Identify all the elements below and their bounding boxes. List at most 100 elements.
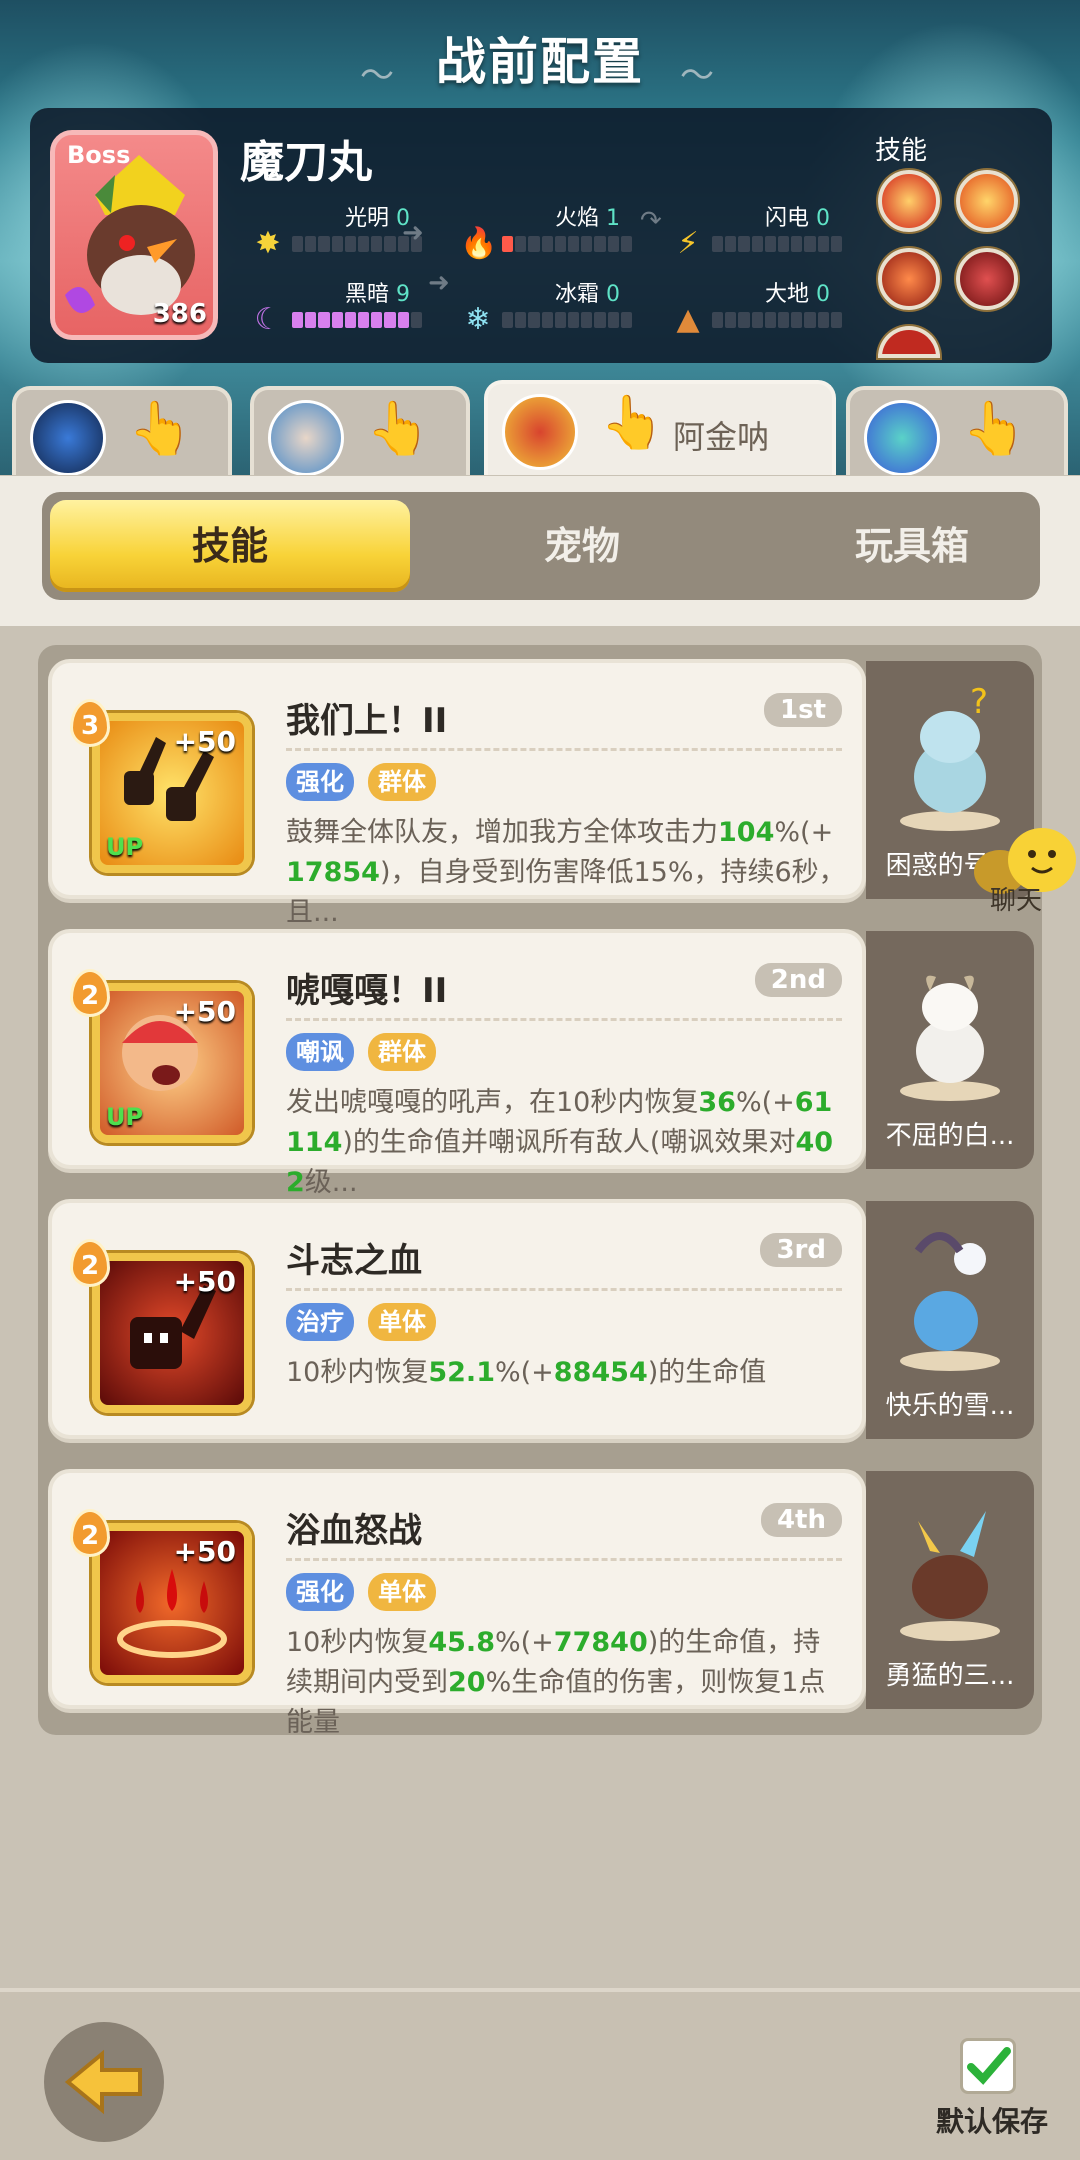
chat-label[interactable]: 聊天 bbox=[990, 880, 1042, 917]
element-lightning: ⚡ 闪电 0 bbox=[670, 200, 843, 261]
element-fire-value: 1 bbox=[606, 206, 620, 231]
hero-avatar-icon bbox=[502, 394, 578, 470]
cycle-arrow-icon: ↷ bbox=[640, 206, 662, 236]
boss-skill-5-icon[interactable] bbox=[878, 326, 940, 358]
pet-rhino-icon bbox=[900, 1511, 1000, 1641]
skill-list: +50 UP 3 我们上！II 1st 强化 群体 鼓舞全体队友，增加我方全体攻… bbox=[38, 645, 1042, 1738]
pet-name: 勇猛的三... bbox=[885, 1661, 1015, 1691]
skill-row: +50 2 浴血怒战 4th 强化 单体 10秒内恢复45.8%(+77840)… bbox=[46, 1465, 1036, 1738]
description-text: %(+ bbox=[774, 817, 834, 848]
hero-tab-1[interactable]: 👆 bbox=[12, 386, 232, 475]
boss-tag: Boss bbox=[67, 141, 131, 169]
pet-slot[interactable]: 勇猛的三... bbox=[866, 1471, 1034, 1709]
boss-level: 386 bbox=[152, 299, 207, 329]
hero-tab-name: 阿金呐 bbox=[673, 418, 770, 456]
skill-name: 我们上！II bbox=[286, 701, 448, 741]
skill-row: +50 UP 2 唬嘎嘎！II 2nd 嘲讽 群体 发出唬嘎嘎的吼声，在10秒内… bbox=[46, 925, 1036, 1198]
pet-snow-creature-icon bbox=[900, 1232, 1000, 1371]
description-text: 鼓舞全体队友，增加我方全体攻击力 bbox=[286, 817, 718, 848]
tab-pets[interactable]: 宠物 bbox=[422, 492, 742, 600]
default-save-label: 默认保存 bbox=[936, 2105, 1049, 2138]
element-dark: ☾ 黑暗 9 bbox=[250, 276, 423, 337]
element-earth: ▲ 大地 0 bbox=[670, 276, 843, 337]
element-frost-bar bbox=[502, 312, 633, 328]
pet-goat-icon bbox=[900, 975, 1000, 1101]
skill-row: +50 2 斗志之血 3rd 治疗 单体 10秒内恢复52.1%(+88454)… bbox=[46, 1195, 1036, 1445]
skill-card[interactable]: +50 2 斗志之血 3rd 治疗 单体 10秒内恢复52.1%(+88454)… bbox=[52, 1203, 862, 1435]
divider bbox=[286, 1558, 842, 1561]
description-text: 10秒内恢复 bbox=[286, 1357, 429, 1388]
skill-icon: +50 UP bbox=[92, 983, 252, 1143]
hero-avatar-icon bbox=[268, 400, 344, 475]
moon-icon: ☾ bbox=[254, 302, 282, 337]
skill-plus: +50 bbox=[173, 1265, 236, 1298]
skill-rank-badge: 4th bbox=[760, 1503, 842, 1537]
subtab-bar: 技能 宠物 玩具箱 bbox=[0, 476, 1080, 626]
boss-skill-1-icon[interactable] bbox=[878, 170, 940, 232]
skill-tag: 群体 bbox=[368, 1033, 436, 1071]
element-fire: 🔥 火焰 1 bbox=[460, 200, 633, 261]
boss-name: 魔刀丸 bbox=[240, 137, 372, 188]
svg-text:?: ? bbox=[970, 682, 988, 722]
highlight-value: 45.8 bbox=[428, 1627, 495, 1658]
element-lightning-value: 0 bbox=[816, 206, 830, 231]
boss-portrait[interactable]: Boss 386 bbox=[50, 130, 218, 340]
skill-level-badge: 3 bbox=[70, 699, 110, 747]
element-lightning-bar bbox=[712, 236, 843, 252]
skill-card[interactable]: +50 UP 3 我们上！II 1st 强化 群体 鼓舞全体队友，增加我方全体攻… bbox=[52, 663, 862, 928]
highlight-value: 17854 bbox=[286, 857, 380, 888]
description-text: 10秒内恢复 bbox=[286, 1627, 429, 1658]
skill-up-badge: UP bbox=[106, 833, 144, 861]
hero-tab-4[interactable]: 👆 bbox=[846, 386, 1068, 475]
pet-slot[interactable]: 快乐的雪... bbox=[866, 1201, 1034, 1439]
element-light: ✸ 光明 0 bbox=[250, 200, 423, 261]
skill-up-badge: UP bbox=[106, 1103, 144, 1131]
hero-tab-2[interactable]: 👆 bbox=[250, 386, 470, 475]
element-earth-value: 0 bbox=[816, 282, 830, 307]
tap-hand-icon: 👆 bbox=[366, 399, 431, 459]
boss-skill-4-icon[interactable] bbox=[956, 248, 1018, 310]
element-light-label: 光明 bbox=[344, 206, 389, 231]
hero-tab-3[interactable]: 👆 阿金呐 bbox=[484, 380, 836, 475]
element-dark-label: 黑暗 bbox=[344, 282, 389, 307]
skill-card[interactable]: +50 2 浴血怒战 4th 强化 单体 10秒内恢复45.8%(+77840)… bbox=[52, 1473, 862, 1738]
pet-name: 不屈的白... bbox=[885, 1121, 1015, 1151]
element-fire-bar bbox=[502, 236, 633, 252]
skill-description: 10秒内恢复52.1%(+88454)的生命值 bbox=[286, 1353, 846, 1393]
boss-skill-2-icon[interactable] bbox=[956, 170, 1018, 232]
mountain-icon: ▲ bbox=[676, 302, 700, 337]
skill-tag: 治疗 bbox=[286, 1303, 354, 1341]
element-dark-bar bbox=[292, 312, 423, 328]
highlight-value: 52.1 bbox=[428, 1357, 495, 1388]
skill-card[interactable]: +50 UP 2 唬嘎嘎！II 2nd 嘲讽 群体 发出唬嘎嘎的吼声，在10秒内… bbox=[52, 933, 862, 1198]
back-arrow-icon bbox=[64, 2049, 142, 2115]
skill-description: 鼓舞全体队友，增加我方全体攻击力104%(+17854)，自身受到伤害降低15%… bbox=[286, 813, 846, 933]
skill-tag: 单体 bbox=[368, 1573, 436, 1611]
divider bbox=[286, 748, 842, 751]
boss-skill-3-icon[interactable] bbox=[878, 248, 940, 310]
pet-slot[interactable]: 不屈的白... bbox=[866, 931, 1034, 1169]
flame-icon: 🔥 bbox=[460, 226, 498, 261]
skill-icon: +50 UP bbox=[92, 713, 252, 873]
skill-name: 唬嘎嘎！II bbox=[286, 971, 448, 1011]
skill-name: 斗志之血 bbox=[286, 1241, 422, 1281]
default-save-checkbox[interactable] bbox=[960, 2038, 1016, 2094]
highlight-value: 104 bbox=[718, 817, 775, 848]
page-title: 战前配置 bbox=[436, 33, 644, 91]
skill-icon: +50 bbox=[92, 1523, 252, 1683]
element-earth-label: 大地 bbox=[764, 282, 809, 307]
element-lightning-label: 闪电 bbox=[764, 206, 809, 231]
highlight-value: 88454 bbox=[553, 1357, 648, 1388]
hero-avatar-icon bbox=[30, 400, 106, 475]
skill-tag: 群体 bbox=[368, 763, 436, 801]
tap-hand-icon: 👆 bbox=[128, 399, 193, 459]
skill-level-badge: 2 bbox=[70, 1239, 110, 1287]
lightning-icon: ⚡ bbox=[677, 226, 699, 261]
tap-hand-icon: 👆 bbox=[962, 399, 1027, 459]
tab-toybox[interactable]: 玩具箱 bbox=[752, 492, 1072, 600]
skill-tag: 强化 bbox=[286, 763, 354, 801]
description-text: %(+ bbox=[735, 1087, 795, 1118]
back-button[interactable] bbox=[44, 2022, 164, 2142]
tab-skills[interactable]: 技能 bbox=[50, 500, 410, 592]
highlight-value: 77840 bbox=[553, 1627, 648, 1658]
